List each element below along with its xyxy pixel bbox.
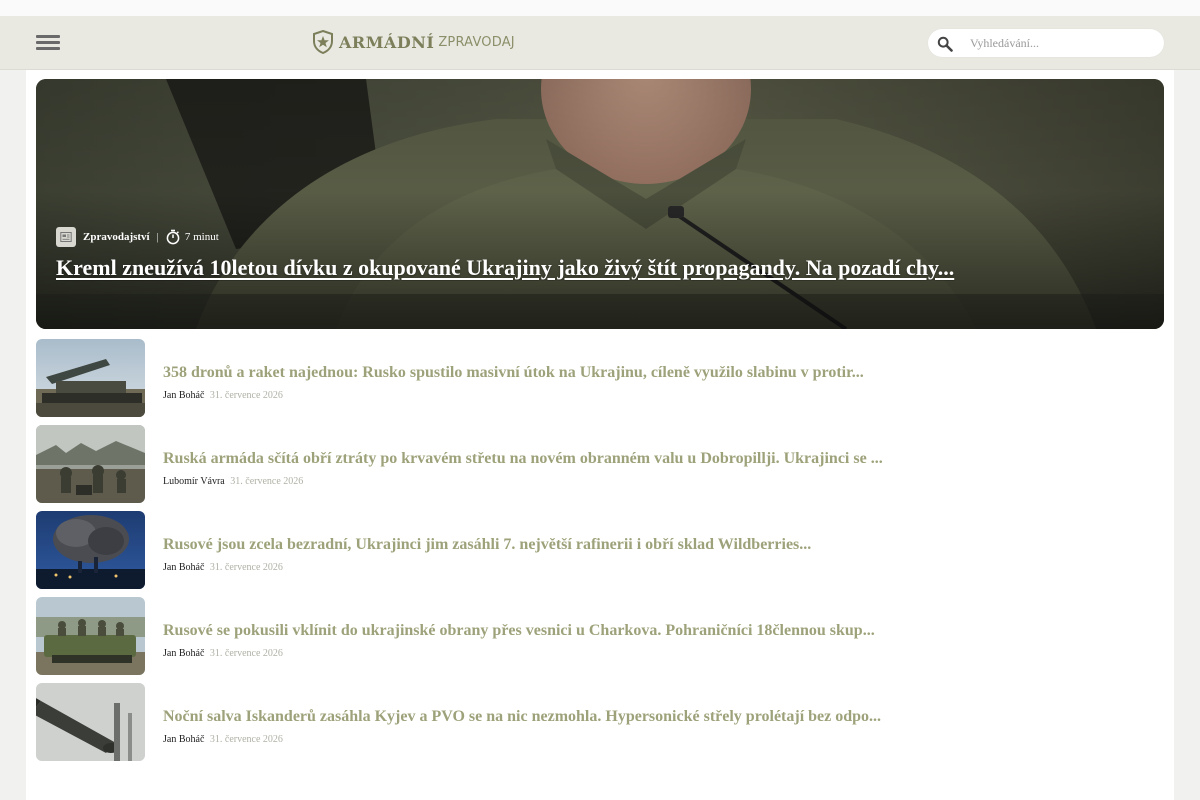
article-meta: Jan Boháč 31. července 2026	[163, 734, 283, 745]
article-title-link[interactable]: Rusové jsou zcela bezradní, Ukrajinci ji…	[163, 536, 1153, 554]
logo-main-text: ARMÁDNÍ	[339, 32, 435, 52]
list-item[interactable]: 358 dronů a raket najednou: Rusko spusti…	[36, 339, 1164, 417]
list-item[interactable]: Rusové se pokusili vklínit do ukrajinské…	[36, 597, 1164, 675]
list-item[interactable]: Noční salva Iskanderů zasáhla Kyjev a PV…	[36, 683, 1164, 761]
site-logo[interactable]: ARMÁDNÍ ZPRAVODAJ	[312, 29, 515, 55]
site-header: ARMÁDNÍ ZPRAVODAJ	[0, 16, 1200, 70]
hero-category[interactable]: Zpravodajství	[83, 231, 150, 243]
article-meta: Jan Boháč 31. července 2026	[163, 648, 283, 659]
top-strip	[0, 0, 1200, 16]
article-meta: Jan Boháč 31. července 2026	[163, 390, 283, 401]
hero-read-time: 7 minut	[184, 231, 219, 243]
star-shield-icon	[313, 30, 333, 54]
article-thumbnail[interactable]	[36, 339, 145, 417]
meta-separator: |	[156, 231, 159, 243]
article-author[interactable]: Lubomír Vávra	[163, 476, 225, 487]
logo-sub-text: ZPRAVODAJ	[438, 34, 515, 50]
stopwatch-icon	[166, 229, 180, 245]
hero-title-link[interactable]: Kreml zneužívá 10letou dívku z okupované…	[56, 255, 1146, 281]
article-title-link[interactable]: Rusové se pokusili vklínit do ukrajinské…	[163, 622, 1153, 640]
article-thumbnail[interactable]	[36, 511, 145, 589]
article-date: 31. července 2026	[230, 476, 304, 487]
hero-image	[36, 79, 1164, 329]
article-date: 31. července 2026	[209, 648, 283, 659]
article-author[interactable]: Jan Boháč	[163, 734, 204, 745]
list-item[interactable]: Ruská armáda sčítá obří ztráty po krvavé…	[36, 425, 1164, 503]
search-input[interactable]	[968, 34, 1152, 52]
article-date: 31. července 2026	[209, 562, 283, 573]
article-title-link[interactable]: Noční salva Iskanderů zasáhla Kyjev a PV…	[163, 708, 1153, 726]
article-title-link[interactable]: 358 dronů a raket najednou: Rusko spusti…	[163, 364, 1153, 382]
article-date: 31. července 2026	[209, 390, 283, 401]
search-icon[interactable]	[937, 36, 953, 52]
article-date: 31. července 2026	[209, 734, 283, 745]
article-thumbnail[interactable]	[36, 683, 145, 761]
article-meta: Lubomír Vávra 31. července 2026	[163, 476, 303, 487]
list-item[interactable]: Rusové jsou zcela bezradní, Ukrajinci ji…	[36, 511, 1164, 589]
article-thumbnail[interactable]	[36, 425, 145, 503]
hero-article[interactable]: Zpravodajství | 7 minut Kreml zneužívá 1…	[36, 79, 1164, 329]
article-author[interactable]: Jan Boháč	[163, 390, 204, 401]
hamburger-menu-icon[interactable]	[36, 35, 60, 51]
search-box	[928, 29, 1164, 57]
article-title-link[interactable]: Ruská armáda sčítá obří ztráty po krvavé…	[163, 450, 1153, 468]
article-meta: Jan Boháč 31. července 2026	[163, 562, 283, 573]
hero-meta: Zpravodajství | 7 minut	[56, 227, 219, 247]
article-author[interactable]: Jan Boháč	[163, 562, 204, 573]
article-thumbnail[interactable]	[36, 597, 145, 675]
newspaper-icon	[56, 227, 76, 247]
article-author[interactable]: Jan Boháč	[163, 648, 204, 659]
